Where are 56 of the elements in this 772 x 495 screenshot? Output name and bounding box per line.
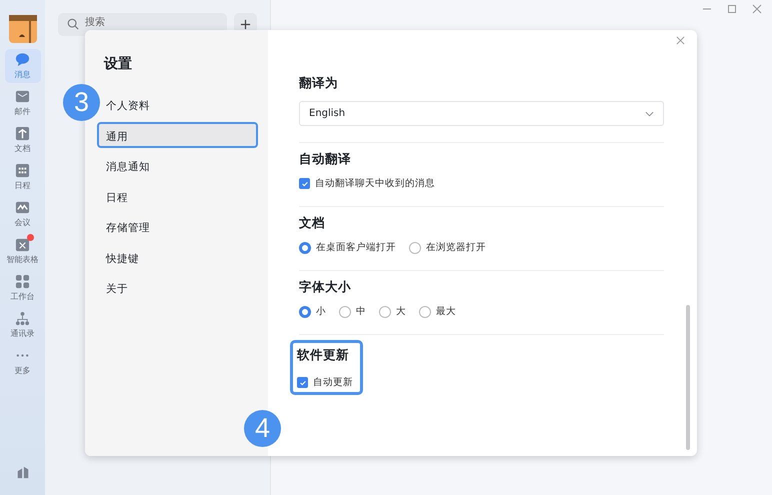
maximize-icon[interactable]: [727, 4, 737, 14]
language-dropdown[interactable]: English: [299, 101, 664, 126]
chevron-down-icon: [645, 110, 654, 116]
sidebar-icon: [15, 274, 30, 289]
sidebar-icon: [15, 126, 30, 141]
step-number-badge: 4: [244, 410, 281, 447]
search-icon: [67, 18, 79, 30]
sidebar-icon: [15, 89, 30, 104]
radio-button[interactable]: [299, 242, 311, 254]
sidebar-item[interactable]: 通讯录: [4, 308, 40, 342]
dialog-title: 设置: [104, 55, 133, 73]
sidebar-item[interactable]: 智能表格: [4, 234, 40, 268]
radio-button[interactable]: [379, 306, 391, 318]
checkbox-option[interactable]: 自动更新: [297, 376, 353, 389]
radio-option[interactable]: 在桌面客户端打开: [299, 241, 396, 254]
radio-option[interactable]: 小: [299, 305, 326, 318]
sidebar-item[interactable]: 文档: [4, 123, 40, 157]
settings-nav-item[interactable]: 存储管理: [97, 213, 258, 239]
radio-button[interactable]: [339, 306, 351, 318]
checkbox[interactable]: [297, 377, 308, 388]
sidebar-item[interactable]: 工作台: [4, 271, 40, 305]
radio-button[interactable]: [419, 306, 431, 318]
section-title: 字体大小: [299, 279, 352, 296]
settings-nav-item[interactable]: 日程: [97, 182, 258, 208]
section-title: 软件更新: [297, 347, 350, 364]
sidebar-icon: [15, 200, 30, 215]
settings-nav-item[interactable]: 关于: [97, 274, 258, 300]
checkbox[interactable]: [299, 178, 310, 189]
sidebar-item[interactable]: 会议: [4, 197, 40, 231]
settings-nav-item[interactable]: 快捷键: [97, 244, 258, 270]
bars-icon[interactable]: [16, 465, 30, 479]
radio-option[interactable]: 大: [379, 305, 406, 318]
radio-option[interactable]: 最大: [419, 305, 456, 318]
scrollbar[interactable]: [686, 305, 690, 450]
section-title: 自动翻译: [299, 151, 352, 168]
sidebar-icon: [15, 163, 30, 178]
checkmark-icon: [298, 378, 306, 386]
settings-nav-item[interactable]: 消息通知: [97, 152, 258, 178]
sidebar-icon: [15, 311, 30, 326]
sidebar-item[interactable]: 日程: [4, 160, 40, 194]
close-icon[interactable]: [676, 36, 685, 45]
section-title: 文档: [299, 215, 326, 232]
sidebar-item[interactable]: 邮件: [4, 86, 40, 120]
radio-button[interactable]: [299, 306, 311, 318]
radio-button[interactable]: [409, 242, 421, 254]
section-title: 翻译为: [299, 75, 339, 92]
sidebar-icon: [15, 52, 30, 67]
radio-option[interactable]: 中: [339, 305, 366, 318]
close-icon[interactable]: [752, 4, 762, 14]
sidebar-item[interactable]: 更多: [4, 345, 40, 379]
checkbox-option[interactable]: 自动翻译聊天中收到的消息: [299, 177, 435, 190]
settings-nav-item[interactable]: 通用: [97, 122, 258, 148]
settings-nav-item[interactable]: 个人资料: [97, 91, 258, 117]
radio-option[interactable]: 在浏览器打开: [409, 241, 486, 254]
plus-icon: [240, 19, 251, 30]
checkmark-icon: [300, 180, 308, 188]
